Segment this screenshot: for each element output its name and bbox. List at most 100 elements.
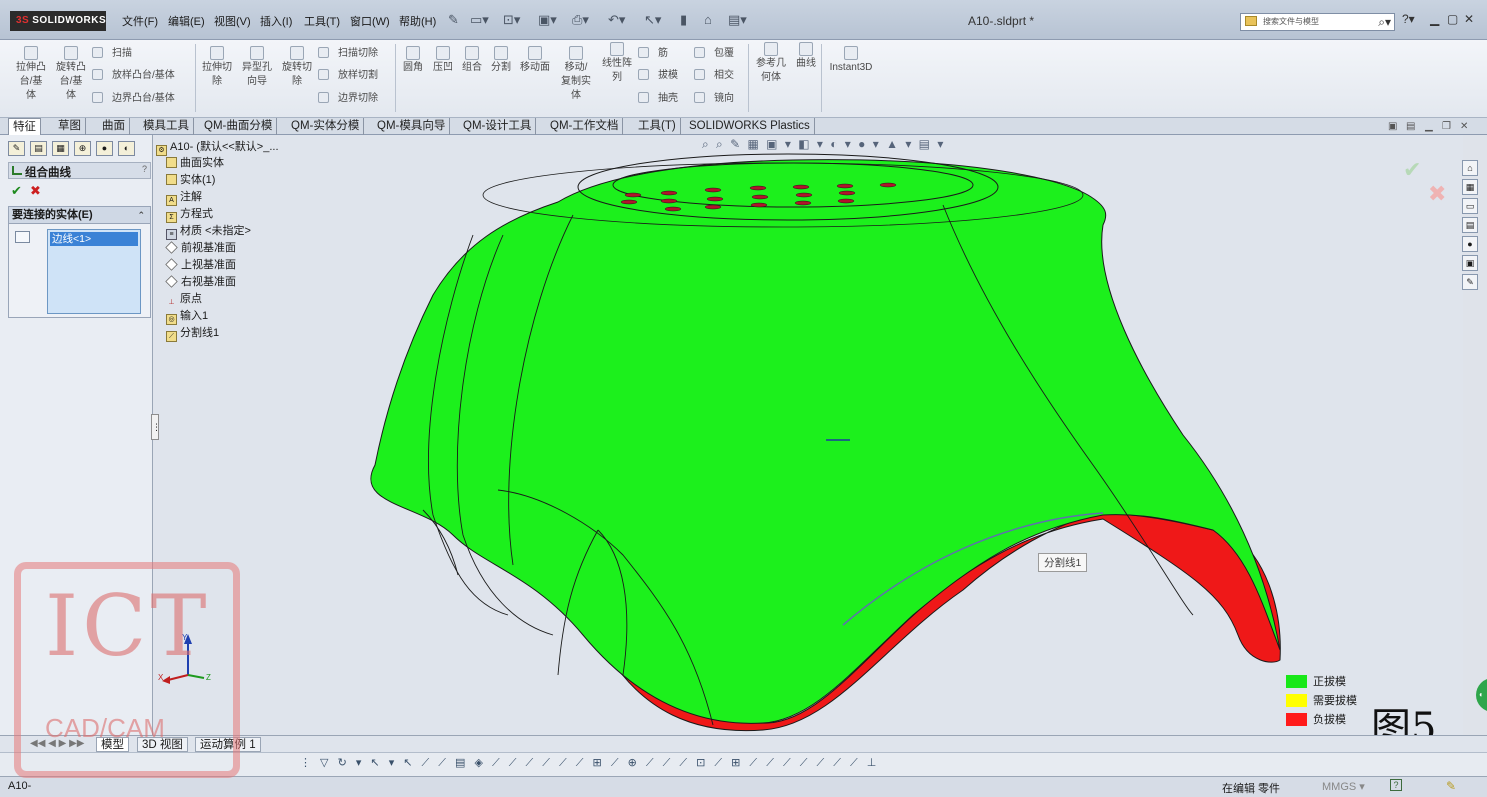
tab-sketch[interactable]: 草图 <box>54 118 86 135</box>
revolve-boss-button[interactable]: 旋转凸 台/基 体 <box>52 46 90 103</box>
split-button[interactable]: 分割 <box>487 46 515 75</box>
tab-qm-design-tools[interactable]: QM-设计工具 <box>459 118 537 135</box>
boundary-cut-button[interactable]: 边界切除 <box>318 89 378 104</box>
status-pencil-icon[interactable]: ✎ <box>1446 779 1456 793</box>
expand-handle-icon[interactable]: ◐ <box>1476 678 1487 712</box>
tree-item-split-line1[interactable]: ⟋ 分割线1 <box>166 325 219 342</box>
menu-tools[interactable]: 工具(T) <box>304 13 340 29</box>
tab-qm-solid-parting[interactable]: QM-实体分模 <box>287 118 365 135</box>
search-input[interactable]: 搜索文件与模型 ⌕▾ <box>1240 13 1395 31</box>
group-header[interactable]: 要连接的实体(E) ⌃ <box>9 207 150 224</box>
doc-restore-icon[interactable]: ❐ <box>1442 121 1451 132</box>
pin-icon[interactable]: ✎ <box>448 12 459 28</box>
cancel-button[interactable]: ✖ <box>30 183 41 199</box>
menu-edit[interactable]: 编辑(E) <box>168 13 205 29</box>
linear-pattern-button[interactable]: 线性阵 列 <box>598 42 636 85</box>
move-face-button[interactable]: 移动面 <box>516 46 554 75</box>
file-explorer-icon[interactable]: ▭ <box>1462 198 1478 214</box>
new-file-icon[interactable]: ▭▾ <box>470 12 489 28</box>
tree-item-material[interactable]: ≡ 材质 <未指定> <box>166 223 251 240</box>
tab-features[interactable]: 特征 <box>8 118 41 135</box>
tree-item-top-plane[interactable]: 上视基准面 <box>165 257 236 273</box>
selected-edge[interactable]: 边线<1> <box>50 232 138 246</box>
save-icon[interactable]: ▣▾ <box>538 12 557 28</box>
swept-cut-button[interactable]: 扫描切除 <box>318 44 378 59</box>
menu-view[interactable]: 视图(V) <box>214 13 251 29</box>
tab-surfaces[interactable]: 曲面 <box>98 118 130 135</box>
loft-boss-button[interactable]: 放样凸台/基体 <box>92 66 175 81</box>
view-palette-icon[interactable]: ▤ <box>1462 217 1478 233</box>
appearances-icon[interactable]: ● <box>1462 236 1478 252</box>
design-library-icon[interactable]: ▦ <box>1462 179 1478 195</box>
doc-close-icon[interactable]: ✕ <box>1460 121 1468 132</box>
rebuild-icon[interactable]: ▮ <box>680 12 687 28</box>
options-icon[interactable]: ▤▾ <box>728 12 747 28</box>
draft-button[interactable]: 拔模 <box>638 66 678 81</box>
intersect-button[interactable]: 相交 <box>694 66 734 81</box>
tree-item-origin[interactable]: ⊥ 原点 <box>166 291 202 307</box>
confirm-cancel-icon[interactable]: ✖ <box>1428 181 1446 207</box>
search-icon[interactable]: ⌕▾ <box>1378 14 1391 30</box>
extrude-boss-button[interactable]: 拉伸凸 台/基 体 <box>12 46 50 103</box>
configuration-manager-tab-icon[interactable]: ▦ <box>52 141 69 156</box>
boundary-boss-button[interactable]: 边界凸台/基体 <box>92 89 175 104</box>
solidworks-logo[interactable]: 3S SOLIDWORKS <box>10 11 106 31</box>
viewport-icon[interactable]: ▣ <box>1388 121 1397 132</box>
dimxpert-tab-icon[interactable]: ⊕ <box>74 141 91 156</box>
display-manager-tab-icon[interactable]: ● <box>96 141 113 156</box>
fillet-button[interactable]: 圆角 <box>398 46 428 75</box>
confirm-ok-icon[interactable]: ✔ <box>1403 157 1421 183</box>
print-icon[interactable]: ⎙▾ <box>572 12 589 28</box>
selection-filter-icons[interactable]: ⋮ ▽ ↻ ▾ ↖ ▾ ↖ ⟋ ⟋ ▤ ◈ ⟋ ⟋ ⟋ ⟋ ⟋ ⟋ ⊞ ⟋ ⊕ … <box>300 756 879 770</box>
select-icon[interactable]: ↖▾ <box>644 12 661 28</box>
pm-help-button[interactable]: ? <box>142 164 147 174</box>
collapse-icon[interactable]: ⌃ <box>137 207 145 223</box>
doc-minimize-icon[interactable]: ▁ <box>1425 121 1433 132</box>
sweep-button[interactable]: 扫描 <box>92 44 132 59</box>
menu-help[interactable]: 帮助(H) <box>399 13 436 29</box>
lofted-cut-button[interactable]: 放样切割 <box>318 66 378 81</box>
extrude-cut-button[interactable]: 拉伸切 除 <box>198 46 236 89</box>
reference-geometry-button[interactable]: 参考几 何体 <box>752 42 790 85</box>
tree-item-solid-bodies[interactable]: 实体(1) <box>166 172 215 188</box>
home-icon[interactable]: ⌂ <box>1462 160 1478 176</box>
revolve-cut-button[interactable]: 旋转切 除 <box>278 46 316 89</box>
appearance-tab-icon[interactable]: ◐ <box>118 141 135 156</box>
tab-mold-tools[interactable]: 模具工具 <box>139 118 194 135</box>
tab-solidworks-plastics[interactable]: SOLIDWORKS Plastics <box>685 118 815 135</box>
tree-root[interactable]: ⚙ A10- (默认<<默认>_... <box>156 139 279 156</box>
shell-button[interactable]: 抽壳 <box>638 89 678 104</box>
tile-icon[interactable]: ▤ <box>1406 121 1415 132</box>
tree-item-right-plane[interactable]: 右视基准面 <box>165 274 236 290</box>
open-file-icon[interactable]: ⊡▾ <box>503 12 520 28</box>
tree-item-equations[interactable]: Σ 方程式 <box>166 206 213 223</box>
minimize-icon[interactable]: ▁ <box>1430 12 1439 26</box>
curves-button[interactable]: 曲线 <box>792 42 820 71</box>
undo-icon[interactable]: ↶▾ <box>608 12 625 28</box>
model-view[interactable] <box>153 135 1463 735</box>
help-icon[interactable]: ?▾ <box>1402 12 1415 26</box>
panel-splitter[interactable]: ⋮ <box>151 414 161 440</box>
menu-insert[interactable]: 插入(I) <box>260 13 292 29</box>
rib-button[interactable]: 筋 <box>638 44 668 59</box>
status-help-icon[interactable]: ? <box>1390 779 1402 791</box>
ok-button[interactable]: ✔ <box>11 183 22 199</box>
menu-file[interactable]: 文件(F) <box>122 13 158 29</box>
forum-icon[interactable]: ✎ <box>1462 274 1478 290</box>
tab-qm-surface-parting[interactable]: QM-曲面分模 <box>200 118 278 135</box>
tree-item-surface-bodies[interactable]: 曲面实体 <box>166 155 224 171</box>
hole-wizard-button[interactable]: 异型孔 向导 <box>238 46 276 89</box>
move-copy-body-button[interactable]: 移动/ 复制实 体 <box>557 46 595 103</box>
selection-list[interactable]: 边线<1> <box>47 229 141 314</box>
tab-qm-work-docs[interactable]: QM-工作文档 <box>546 118 624 135</box>
file-properties-icon[interactable]: ⌂ <box>704 12 712 27</box>
tab-tools[interactable]: 工具(T) <box>634 118 681 135</box>
combine-button[interactable]: 组合 <box>458 46 486 75</box>
property-manager-tab-icon[interactable]: ▤ <box>30 141 47 156</box>
tab-qm-mold-wizard[interactable]: QM-模具向导 <box>373 118 451 135</box>
tree-item-annotations[interactable]: A 注解 <box>166 189 202 206</box>
feature-manager-tab-icon[interactable]: ✎ <box>8 141 25 156</box>
instant3d-button[interactable]: Instant3D <box>824 46 878 75</box>
close-icon[interactable]: ✕ <box>1464 12 1474 26</box>
wrap-button[interactable]: 包覆 <box>694 44 734 59</box>
